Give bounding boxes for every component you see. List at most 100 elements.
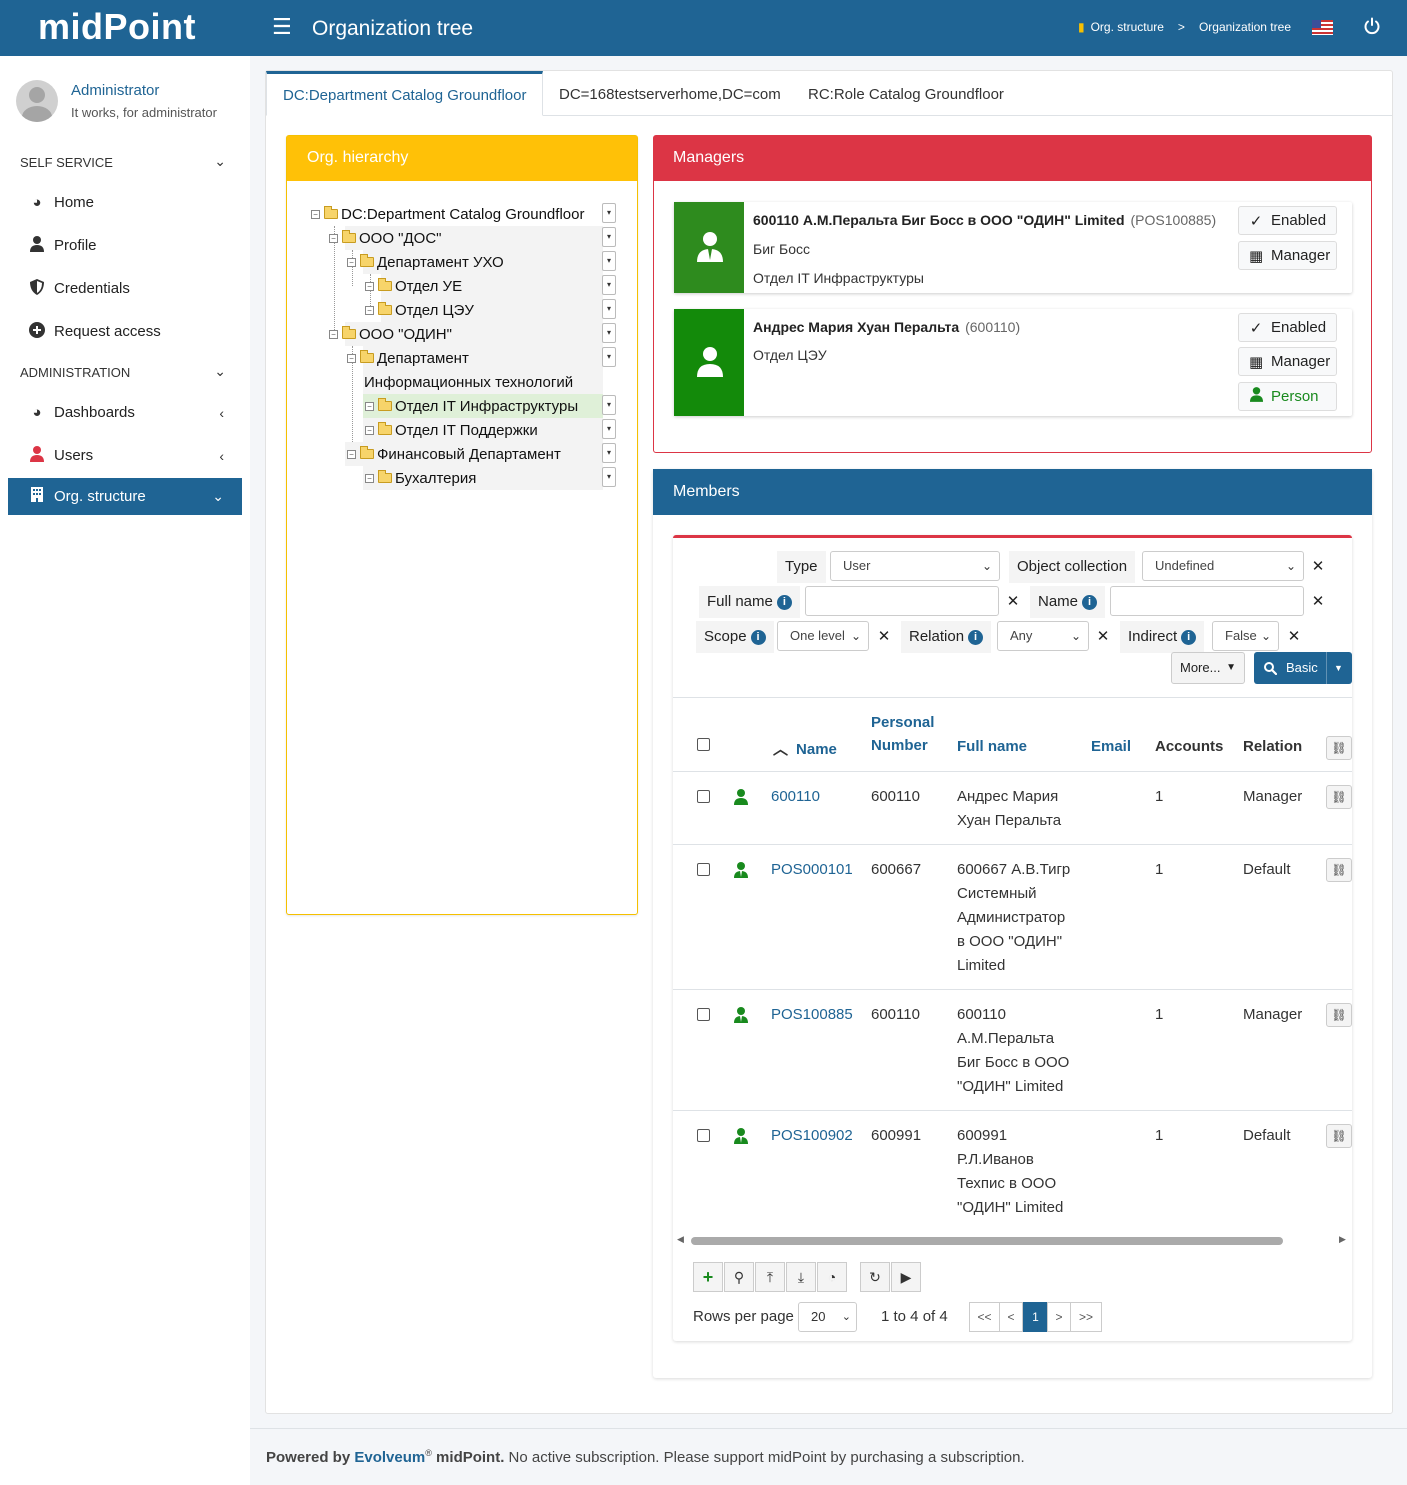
collapse-icon[interactable]: − bbox=[365, 305, 374, 315]
manager-name[interactable]: 600110 А.М.Перальта Биг Босс в ООО "ОДИН… bbox=[753, 212, 1216, 228]
tree-node-label[interactable]: Департамент УХО bbox=[377, 254, 504, 271]
enabled-badge[interactable]: ✓ Enabled bbox=[1238, 313, 1337, 342]
evolveum-link[interactable]: Evolveum bbox=[354, 1449, 425, 1466]
type-select[interactable]: User ⌄ bbox=[830, 551, 1000, 581]
unlink-icon[interactable]: ⛓ bbox=[1326, 736, 1352, 760]
upload-icon[interactable]: ⤒ bbox=[755, 1262, 785, 1292]
tab-testserverhome[interactable]: DC=168testserverhome,DC=com bbox=[543, 71, 797, 116]
page-last-button[interactable]: >> bbox=[1070, 1302, 1102, 1332]
section-administration[interactable]: ADMINISTRATION ⌄ bbox=[20, 363, 230, 380]
info-icon[interactable]: i bbox=[776, 594, 792, 610]
collapse-icon[interactable]: − bbox=[347, 257, 356, 267]
unlink-icon[interactable]: ⛓ bbox=[1326, 1124, 1352, 1148]
tree-node[interactable]: − Отдел IT Поддержки bbox=[365, 418, 538, 442]
tree-node[interactable]: − Финансовый Департамент bbox=[347, 442, 561, 466]
unlink-icon[interactable]: ⛓ bbox=[1326, 1003, 1352, 1027]
horizontal-scrollbar[interactable]: ◀ ▶ bbox=[673, 1233, 1352, 1247]
tree-node-label[interactable]: Отдел IT Инфраструктуры bbox=[395, 398, 578, 415]
row-checkbox[interactable] bbox=[697, 1008, 710, 1021]
menu-toggle-icon[interactable]: ☰ bbox=[272, 14, 292, 40]
collapse-icon[interactable]: − bbox=[347, 449, 356, 459]
tree-node-label[interactable]: Бухалтерия bbox=[395, 470, 476, 487]
node-menu-caret-icon[interactable]: ▾ bbox=[602, 275, 616, 295]
close-icon[interactable]: ✕ bbox=[1095, 627, 1111, 647]
collapse-icon[interactable]: − bbox=[365, 473, 374, 483]
relation-select[interactable]: Any ⌄ bbox=[997, 621, 1089, 651]
tree-node-label[interactable]: Финансовый Департамент bbox=[377, 446, 561, 463]
scrollbar-thumb[interactable] bbox=[691, 1237, 1283, 1245]
manager-name[interactable]: Андрес Мария Хуан Перальта (600110) bbox=[753, 319, 1020, 335]
node-menu-caret-icon[interactable]: ▾ bbox=[602, 395, 616, 415]
tree-node[interactable]: − Департамент УХО bbox=[347, 250, 504, 274]
page-prev-button[interactable]: < bbox=[999, 1302, 1023, 1332]
member-name-link[interactable]: POS100902 bbox=[771, 1124, 853, 1148]
midpoint-logo[interactable]: midPoint bbox=[38, 6, 196, 48]
sidebar-item-request-access[interactable]: Request access bbox=[8, 313, 242, 350]
tree-node[interactable]: − DC:Department Catalog Groundfloor bbox=[311, 202, 584, 226]
collapse-icon[interactable]: − bbox=[311, 209, 320, 219]
unlink-icon[interactable]: ⛓ bbox=[1326, 785, 1352, 809]
row-checkbox[interactable] bbox=[697, 790, 710, 803]
name-input[interactable] bbox=[1110, 586, 1304, 616]
unlink-icon[interactable]: ⛓ bbox=[1326, 858, 1352, 882]
member-name-link[interactable]: POS000101 bbox=[771, 858, 853, 882]
tree-node-selected[interactable]: − Отдел IT Инфраструктуры bbox=[365, 394, 578, 418]
basic-search-button[interactable]: Basic ▼ bbox=[1254, 652, 1352, 684]
sidebar-item-home[interactable]: ◕ Home bbox=[8, 184, 242, 221]
manager-card[interactable]: 600110 А.М.Перальта Биг Босс в ООО "ОДИН… bbox=[674, 202, 1352, 293]
sidebar-item-dashboards[interactable]: ◕ Dashboards ‹ bbox=[8, 394, 242, 431]
tree-node[interactable]: − Бухалтерия bbox=[365, 466, 476, 490]
node-menu-caret-icon[interactable]: ▾ bbox=[602, 443, 616, 463]
sidebar-item-users[interactable]: Users ‹ bbox=[8, 437, 242, 474]
tree-node-label[interactable]: Департамент bbox=[377, 350, 469, 367]
page-1-button[interactable]: 1 bbox=[1023, 1302, 1048, 1332]
download-icon[interactable]: ⤓ bbox=[786, 1262, 816, 1292]
node-menu-caret-icon[interactable]: ▾ bbox=[602, 323, 616, 343]
close-icon[interactable]: ✕ bbox=[1310, 592, 1326, 612]
tab-role-catalog[interactable]: RC:Role Catalog Groundfloor bbox=[792, 71, 1020, 116]
scroll-right-icon[interactable]: ▶ bbox=[1339, 1234, 1346, 1245]
power-icon[interactable] bbox=[1363, 17, 1383, 37]
manager-card[interactable]: Андрес Мария Хуан Перальта (600110) Отдел… bbox=[674, 309, 1352, 416]
us-flag-icon[interactable] bbox=[1312, 20, 1333, 35]
sidebar-item-org-structure[interactable]: Org. structure ⌄ bbox=[8, 478, 242, 515]
user-name[interactable]: Administrator bbox=[71, 82, 159, 99]
tree-node-label[interactable]: Отдел УЕ bbox=[395, 278, 462, 295]
assign-icon[interactable]: ⚲ bbox=[724, 1262, 754, 1292]
tree-node-label[interactable]: Информационных технологий bbox=[364, 374, 573, 391]
more-filters-button[interactable]: More... ▼ bbox=[1171, 652, 1245, 684]
enabled-badge[interactable]: ✓ Enabled bbox=[1238, 206, 1337, 235]
tree-node-label[interactable]: Отдел ЦЭУ bbox=[395, 302, 474, 319]
sidebar-item-credentials[interactable]: Credentials bbox=[8, 270, 242, 307]
breadcrumb-organization-tree[interactable]: Organization tree bbox=[1199, 20, 1291, 34]
member-name-link[interactable]: 600110 bbox=[771, 785, 820, 809]
tree-node[interactable]: − ООО "ОДИН" bbox=[329, 322, 452, 346]
node-menu-caret-icon[interactable]: ▾ bbox=[602, 419, 616, 439]
column-personal-number[interactable]: Personal Number bbox=[871, 714, 934, 761]
manager-name-text[interactable]: 600110 А.М.Перальта Биг Босс в ООО "ОДИН… bbox=[753, 212, 1125, 228]
play-icon[interactable]: ▶ bbox=[891, 1262, 921, 1292]
column-full-name[interactable]: Full name bbox=[957, 738, 1027, 755]
person-badge[interactable]: Person bbox=[1238, 382, 1337, 411]
node-menu-caret-icon[interactable]: ▾ bbox=[602, 227, 616, 247]
tree-node[interactable]: − Отдел ЦЭУ bbox=[365, 298, 474, 322]
close-icon[interactable]: ✕ bbox=[1310, 557, 1326, 577]
select-all-checkbox[interactable] bbox=[697, 738, 710, 751]
tree-node-label[interactable]: DC:Department Catalog Groundfloor bbox=[341, 206, 584, 223]
tab-department-catalog[interactable]: DC:Department Catalog Groundfloor bbox=[266, 71, 544, 116]
node-menu-caret-icon[interactable]: ▾ bbox=[602, 251, 616, 271]
row-checkbox[interactable] bbox=[697, 1129, 710, 1142]
tree-node-label[interactable]: Отдел IT Поддержки bbox=[395, 422, 538, 439]
tree-node-label[interactable]: ООО "ДОС" bbox=[359, 230, 441, 247]
node-menu-caret-icon[interactable]: ▾ bbox=[602, 467, 616, 487]
collapse-icon[interactable]: − bbox=[365, 401, 374, 411]
info-icon[interactable]: i bbox=[1181, 629, 1197, 645]
tree-node-label-wrap[interactable]: Информационных технологий bbox=[364, 370, 573, 394]
manager-badge[interactable]: ▦ Manager bbox=[1238, 347, 1337, 376]
node-menu-caret-icon[interactable]: ▾ bbox=[602, 347, 616, 367]
manager-badge[interactable]: ▦ Manager bbox=[1238, 241, 1337, 270]
scroll-left-icon[interactable]: ◀ bbox=[677, 1234, 684, 1245]
tree-node-label[interactable]: ООО "ОДИН" bbox=[359, 326, 452, 343]
close-icon[interactable]: ✕ bbox=[876, 627, 892, 647]
rows-per-page-select[interactable]: 20 ⌄ bbox=[798, 1302, 857, 1332]
